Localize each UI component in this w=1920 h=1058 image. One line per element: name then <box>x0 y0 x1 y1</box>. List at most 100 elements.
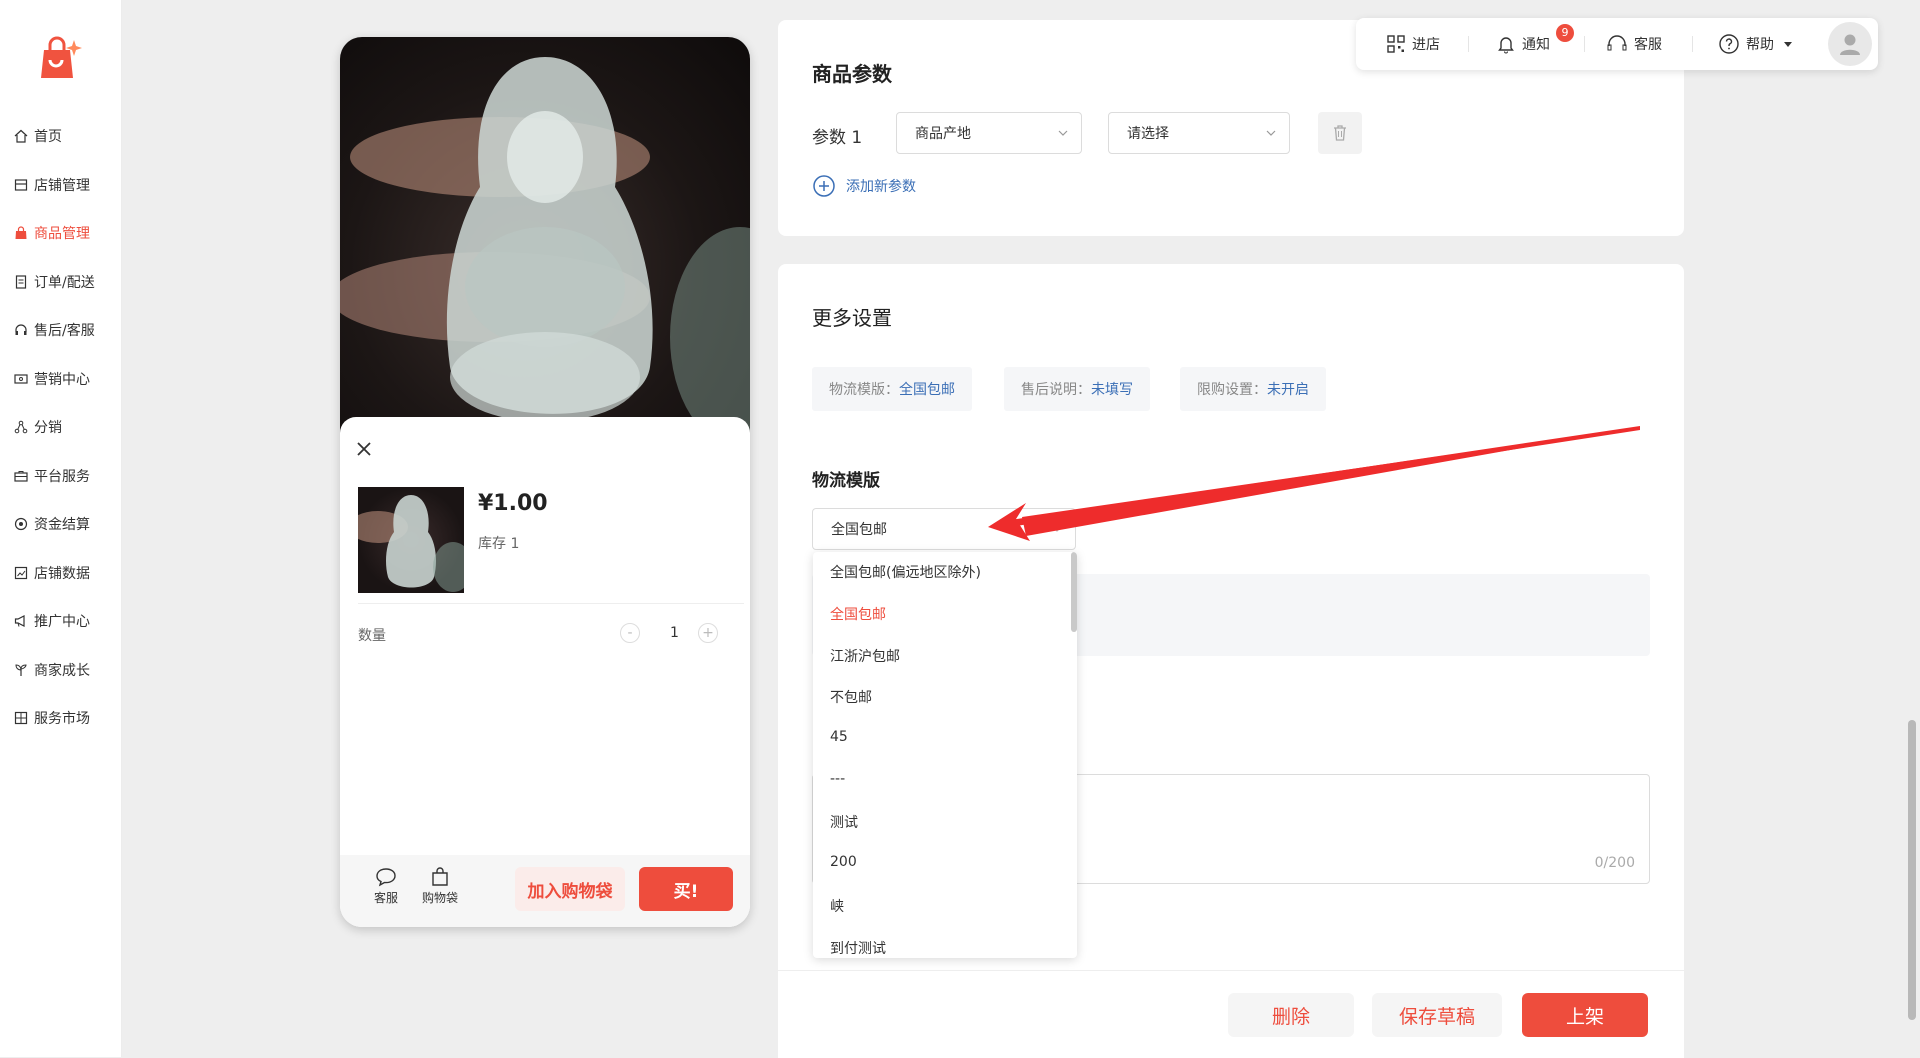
sidebar-item-orders[interactable]: 订单/配送 <box>14 270 95 294</box>
trash-icon <box>1334 125 1346 141</box>
sidebar-item-label: 售后/客服 <box>34 323 95 339</box>
price-text: ¥1.00 <box>478 491 548 516</box>
sidebar-item-label: 店铺管理 <box>34 178 90 194</box>
dropdown-option[interactable]: 测试 <box>830 812 858 832</box>
sidebar-item-growth[interactable]: 商家成长 <box>14 658 90 682</box>
cart-label: 购物袋 <box>421 891 458 905</box>
sidebar-item-label: 资金结算 <box>34 517 90 533</box>
enter-shop-button[interactable]: 进店 <box>1386 32 1440 56</box>
sidebar-item-label: 店铺数据 <box>34 566 90 582</box>
cart-button[interactable]: 购物袋 <box>420 867 460 906</box>
plus-circle-icon <box>813 175 835 197</box>
buy-button[interactable]: 买! <box>639 867 733 911</box>
quantity-plus-button[interactable]: + <box>698 623 718 643</box>
sidebar-item-marketing[interactable]: 营销中心 <box>14 367 90 391</box>
dropdown-option[interactable]: 到付测试 <box>830 938 886 958</box>
logo-icon[interactable] <box>36 34 84 82</box>
megaphone-icon <box>14 614 28 628</box>
sidebar-item-market[interactable]: 服务市场 <box>14 706 90 730</box>
money-icon <box>14 517 28 531</box>
stock-text: 库存 1 <box>478 536 520 552</box>
sidebar-item-distribution[interactable]: 分销 <box>14 415 62 439</box>
sidebar-item-products[interactable]: 商品管理 <box>14 221 90 245</box>
headset-icon <box>1607 35 1627 51</box>
tag-key: 限购设置： <box>1197 382 1267 398</box>
notification-badge: 9 <box>1556 24 1574 42</box>
market-icon <box>14 711 28 725</box>
quantity-value: 1 <box>670 625 679 641</box>
headset-icon <box>14 323 28 337</box>
user-icon <box>1840 34 1860 55</box>
delete-button[interactable]: 删除 <box>1228 993 1354 1037</box>
sidebar-item-label: 商家成长 <box>34 663 90 679</box>
dropdown-option[interactable]: 200 <box>830 854 857 870</box>
logistics-select-value: 全国包邮 <box>831 522 887 538</box>
sidebar-item-label: 营销中心 <box>34 372 90 388</box>
help-button[interactable]: 帮助 <box>1718 32 1800 56</box>
caret-down-icon <box>1784 42 1792 47</box>
tag-aftersale[interactable]: 售后说明： 未填写 <box>1004 367 1150 411</box>
dropdown-option[interactable]: 45 <box>830 729 848 745</box>
purchase-sheet: ¥1.00 库存 1 数量 - 1 + <box>340 417 750 927</box>
sidebar-item-data[interactable]: 店铺数据 <box>14 561 90 585</box>
dropdown-option-selected[interactable]: 全国包邮 <box>830 604 886 624</box>
sidebar: 首页 店铺管理 商品管理 订单/配送 售后/客服 营销中心 分销 平台服务 资金… <box>0 0 122 1057</box>
tag-purchase-limit[interactable]: 限购设置： 未开启 <box>1180 367 1326 411</box>
param-name-select[interactable]: 商品产地 <box>896 112 1082 154</box>
chat-bubble-icon <box>376 868 396 887</box>
close-icon[interactable] <box>354 439 374 459</box>
sidebar-item-label: 订单/配送 <box>34 275 95 291</box>
service-button[interactable]: 客服 <box>366 867 406 906</box>
dropdown-option[interactable]: 峡 <box>830 896 844 916</box>
sidebar-item-aftersale[interactable]: 售后/客服 <box>14 318 95 342</box>
quantity-label: 数量 <box>358 628 386 644</box>
sidebar-item-label: 推广中心 <box>34 614 90 630</box>
service-top-button[interactable]: 客服 <box>1606 32 1662 56</box>
phone-preview: ¥1.00 库存 1 数量 - 1 + 客服 购物袋 加入购物袋 买! <box>340 37 750 927</box>
save-draft-button[interactable]: 保存草稿 <box>1372 993 1502 1037</box>
char-counter: 0/200 <box>1594 855 1635 871</box>
add-to-cart-button[interactable]: 加入购物袋 <box>515 867 625 911</box>
coupon-icon <box>14 372 28 386</box>
service-top-label: 客服 <box>1634 37 1662 53</box>
bag-icon <box>14 226 28 240</box>
sidebar-item-platform[interactable]: 平台服务 <box>14 464 90 488</box>
sidebar-item-label: 首页 <box>34 129 62 145</box>
logistics-select[interactable]: 全国包邮 <box>812 508 1076 550</box>
tag-key: 售后说明： <box>1021 382 1091 398</box>
shopping-bag-icon <box>432 867 448 886</box>
delete-param-button[interactable] <box>1318 112 1362 154</box>
tag-logistics[interactable]: 物流模版： 全国包邮 <box>812 367 972 411</box>
phone-bottom-bar: 客服 购物袋 加入购物袋 买! <box>340 855 750 927</box>
dropdown-option[interactable]: 江浙沪包邮 <box>830 646 900 666</box>
tag-value: 未开启 <box>1267 382 1309 398</box>
sidebar-item-home[interactable]: 首页 <box>14 124 62 148</box>
quantity-minus-button[interactable]: - <box>620 623 640 643</box>
add-param-button[interactable]: 添加新参数 <box>812 174 916 198</box>
chevron-down-icon <box>1058 130 1068 136</box>
sidebar-item-finance[interactable]: 资金结算 <box>14 512 90 536</box>
logistics-title: 物流模版 <box>812 471 880 491</box>
divider <box>1584 36 1585 52</box>
chevron-down-icon <box>1052 526 1062 532</box>
sidebar-item-label: 平台服务 <box>34 469 90 485</box>
dropdown-option[interactable]: 全国包邮(偏远地区除外) <box>830 562 981 582</box>
dropdown-option[interactable]: --- <box>830 771 845 787</box>
divider <box>1692 36 1693 52</box>
sidebar-item-promotion[interactable]: 推广中心 <box>14 609 90 633</box>
param-value-value: 请选择 <box>1127 126 1169 142</box>
sidebar-item-label: 分销 <box>34 420 62 436</box>
dropdown-option[interactable]: 不包邮 <box>830 687 872 707</box>
page-scrollbar[interactable] <box>1908 720 1916 1020</box>
divider <box>1468 36 1469 52</box>
notify-button[interactable]: 通知 <box>1496 32 1550 56</box>
sidebar-item-shop[interactable]: 店铺管理 <box>14 173 90 197</box>
chevron-down-icon <box>1266 130 1276 136</box>
avatar[interactable] <box>1828 22 1872 66</box>
params-title: 商品参数 <box>812 62 892 86</box>
logistics-dropdown: 全国包邮(偏远地区除外) 全国包邮 江浙沪包邮 不包邮 45 --- 测试 20… <box>813 552 1077 958</box>
param-value-select[interactable]: 请选择 <box>1108 112 1290 154</box>
publish-button[interactable]: 上架 <box>1522 993 1648 1037</box>
dropdown-scrollbar[interactable] <box>1071 552 1077 632</box>
sprout-icon <box>14 663 28 677</box>
